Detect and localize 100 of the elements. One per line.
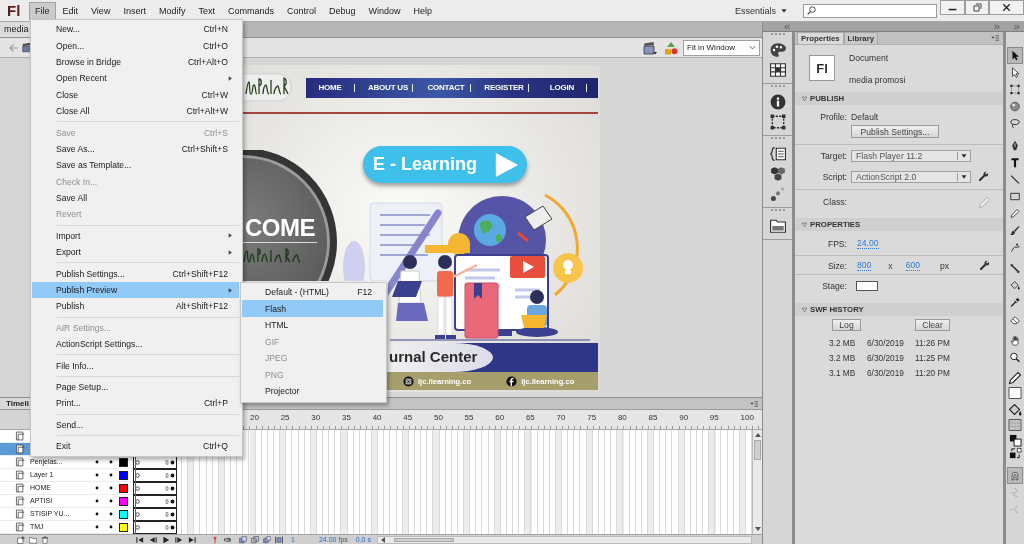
frame-number: 95 — [709, 412, 720, 424]
menu-item[interactable]: Import — [32, 227, 239, 245]
wrench-icon[interactable] — [978, 171, 989, 182]
horizontal-scrollbar[interactable] — [376, 535, 752, 544]
outlined-squares-icon[interactable] — [250, 535, 260, 544]
menu-item[interactable]: Page Setup... — [32, 378, 239, 396]
menu-title[interactable]: Help — [407, 1, 439, 20]
color-square-icon[interactable] — [119, 457, 128, 467]
loop-icon[interactable] — [222, 535, 233, 544]
folder-film-icon[interactable] — [769, 218, 786, 234]
frame-span[interactable] — [133, 521, 177, 534]
frame-number: 85 — [648, 412, 659, 424]
menu-title[interactable]: Modify — [152, 1, 192, 20]
overlapping-squares-icon[interactable] — [238, 535, 248, 544]
menu-title[interactable]: Commands — [221, 1, 280, 20]
frame-span[interactable] — [133, 482, 177, 495]
menu-item[interactable]: Flash — [242, 300, 383, 317]
color-square-icon[interactable] — [119, 509, 128, 519]
vertical-scrollbar[interactable] — [752, 430, 762, 534]
hollow-keyframe-icon — [135, 486, 140, 491]
pencil-icon[interactable] — [1008, 370, 1022, 386]
menu-item[interactable]: Publish Preview — [32, 281, 239, 299]
menu-title[interactable]: Insert — [117, 1, 152, 20]
menu-item[interactable]: Exit Ctrl+Q — [32, 438, 239, 455]
stacked-squares-icon[interactable] — [262, 535, 272, 544]
skip-back-icon[interactable] — [136, 535, 144, 544]
menu-title[interactable]: Edit — [56, 1, 85, 20]
menu-title[interactable]: File — [29, 1, 56, 20]
zoom-dropdown[interactable]: Fit in Window — [683, 39, 760, 56]
swap-colors-icon[interactable] — [1008, 447, 1022, 460]
play-icon[interactable] — [162, 535, 170, 544]
menu-item[interactable]: Browse in Bridge Ctrl+Alt+O — [32, 53, 239, 71]
transform-icon[interactable] — [769, 114, 786, 130]
menu-title[interactable]: View — [85, 1, 117, 20]
menu-item[interactable]: Publish Settings... Ctrl+Shift+F12 — [32, 265, 239, 282]
menu-item[interactable]: Print... Ctrl+P — [32, 395, 239, 412]
shapes-icon[interactable] — [664, 40, 678, 55]
hollow-keyframe-icon — [135, 460, 140, 465]
menu-title[interactable]: Window — [362, 1, 407, 20]
menu-item[interactable]: Save as Template... — [32, 157, 239, 174]
info-icon[interactable] — [769, 94, 786, 110]
menu-item[interactable]: Save All — [32, 189, 239, 207]
clear-button[interactable]: Clear — [915, 319, 950, 331]
menu-item[interactable]: Open... Ctrl+O — [32, 37, 239, 54]
fill-swatch-icon[interactable] — [1007, 418, 1023, 432]
frame-number: 45 — [403, 412, 414, 424]
bracket-square-icon[interactable] — [274, 535, 284, 544]
frame-span[interactable] — [133, 469, 177, 482]
skip-forward-icon[interactable] — [188, 535, 196, 544]
close-button[interactable] — [989, 0, 1024, 15]
menu-item[interactable]: Close Ctrl+W — [32, 86, 239, 103]
marker-icon[interactable] — [211, 535, 219, 544]
publish-settings-button[interactable]: Publish Settings... — [851, 125, 939, 138]
trash-icon[interactable] — [41, 535, 49, 544]
new-layer-icon[interactable] — [17, 535, 25, 544]
color-swatch-icon[interactable] — [856, 281, 878, 291]
menu-item[interactable]: Default - (HTML) F12 — [242, 284, 383, 301]
magnet-icon[interactable] — [1007, 467, 1023, 484]
dots-icon[interactable] — [769, 186, 786, 202]
color-square-icon[interactable] — [119, 496, 128, 506]
menu-item[interactable]: Projector — [242, 383, 383, 400]
menu-item[interactable]: Save As... Ctrl+Shift+S — [32, 140, 239, 158]
wrench-icon[interactable] — [979, 260, 991, 271]
color-square-icon[interactable] — [119, 483, 128, 493]
menu-title[interactable]: Debug — [322, 1, 362, 20]
menu-item[interactable]: HTML — [242, 317, 383, 334]
menu-item[interactable]: New... Ctrl+N — [32, 21, 239, 38]
hollow-keyframe-icon — [135, 512, 140, 517]
frame-span[interactable] — [133, 495, 177, 508]
search-field[interactable] — [803, 3, 937, 18]
code-panel-icon[interactable] — [769, 146, 786, 162]
cubes-icon[interactable] — [769, 166, 786, 182]
script-dropdown[interactable]: ActionScript 2.0 — [851, 170, 971, 183]
frame-span[interactable] — [133, 508, 177, 521]
field-label: Stage: — [821, 281, 847, 291]
menu-title[interactable]: Text — [192, 1, 221, 20]
stroke-swatch-icon[interactable] — [1007, 386, 1023, 400]
step-forward-icon[interactable] — [175, 535, 183, 544]
color-square-icon[interactable] — [119, 470, 128, 480]
menu-title[interactable]: Control — [280, 1, 322, 20]
color-square-icon[interactable] — [119, 522, 128, 532]
folder-icon[interactable] — [29, 535, 37, 544]
clapper-icon[interactable] — [643, 40, 657, 55]
paint-bucket-icon[interactable] — [1008, 402, 1022, 418]
menu-item[interactable]: Close All Ctrl+Alt+W — [32, 102, 239, 120]
log-button[interactable]: Log — [832, 319, 861, 331]
menu-item[interactable]: Publish Alt+Shift+F12 — [32, 298, 239, 315]
color-palette-icon[interactable] — [769, 42, 786, 58]
step-back-icon[interactable] — [149, 535, 157, 544]
restore-button[interactable] — [965, 0, 989, 15]
menu-item[interactable]: Open Recent — [32, 70, 239, 87]
target-dropdown[interactable]: Flash Player 11.2 — [851, 149, 971, 162]
grid-icon[interactable] — [769, 62, 786, 78]
panel-menu-icon[interactable] — [990, 34, 1000, 42]
panel-menu-icon[interactable] — [749, 399, 759, 408]
workspace-switcher[interactable]: Essentials — [734, 5, 787, 16]
menu-item[interactable]: File Info... — [32, 357, 239, 374]
two-squares-icon[interactable] — [1008, 434, 1022, 447]
menu-item[interactable]: Export — [32, 244, 239, 261]
menu-item[interactable]: ActionScript Settings... — [32, 336, 239, 353]
